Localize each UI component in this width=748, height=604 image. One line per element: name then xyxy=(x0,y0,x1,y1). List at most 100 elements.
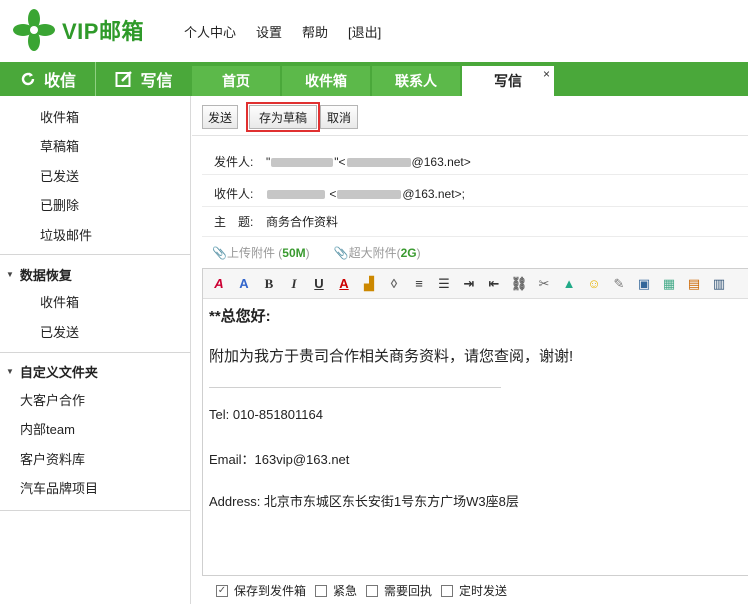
top-nav: 个人中心 设置 帮助 [退出] xyxy=(184,22,381,41)
close-paren: ) xyxy=(416,246,421,260)
logo[interactable]: VIP邮箱 xyxy=(12,8,144,52)
sidebar-item-drafts[interactable]: 草稿箱 xyxy=(40,136,79,155)
bold-icon[interactable]: B xyxy=(259,274,279,294)
to-value: < @163.net>; xyxy=(266,187,465,201)
close-tab-icon[interactable]: × xyxy=(543,67,550,81)
italic-icon[interactable]: I xyxy=(284,274,304,294)
sidebar-item-custom-1[interactable]: 大客户合作 xyxy=(20,390,85,409)
font-size-icon[interactable]: A xyxy=(234,274,254,294)
nav-personal-center[interactable]: 个人中心 xyxy=(184,22,236,41)
option-scheduled-send[interactable]: 定时发送 xyxy=(441,582,507,599)
tab-label: 首页 xyxy=(222,73,250,89)
sidebar-item-recovery-inbox[interactable]: 收件箱 xyxy=(40,292,79,311)
upload-attachment-link[interactable]: 📎上传附件 (50M) xyxy=(212,244,310,261)
indent-icon[interactable]: ⇥ xyxy=(459,274,479,294)
option-save-to-sent[interactable]: ✓ 保存到发件箱 xyxy=(216,582,306,599)
brand-name: VIP邮箱 xyxy=(62,19,144,44)
sidebar-item-deleted[interactable]: 已删除 xyxy=(40,195,79,214)
sidebar-item-recovery-sent[interactable]: 已发送 xyxy=(40,322,79,341)
align-icon[interactable]: ≡ xyxy=(409,274,429,294)
upload-size: 50M xyxy=(282,246,306,260)
underline-icon[interactable]: U xyxy=(309,274,329,294)
send-button[interactable]: 发送 xyxy=(202,105,238,129)
subject-field[interactable]: 主 题: 商务合作资料 xyxy=(214,213,338,230)
tab-home[interactable]: 首页 xyxy=(192,66,280,96)
from-label: 发件人: xyxy=(214,155,254,169)
subject-label: 主 题: xyxy=(214,215,254,229)
signature-email: Email：163vip@163.net xyxy=(209,452,350,467)
signature-tel: Tel: 010-851801164 xyxy=(209,407,323,422)
large-size: 2G xyxy=(400,246,417,260)
compose-label: 写信 xyxy=(140,73,173,90)
sidebar: 收件箱 草稿箱 已发送 已删除 垃圾邮件 ▼ 数据恢复 收件箱 已发送 ▼ 自定… xyxy=(0,96,191,604)
from-value: " "< @163.net> xyxy=(266,154,471,169)
section-title: 数据恢复 xyxy=(19,268,72,283)
eraser-icon[interactable]: ◊ xyxy=(384,274,404,294)
tab-label: 收件箱 xyxy=(305,73,347,89)
option-label: 需要回执 xyxy=(384,584,433,598)
business-card-icon[interactable]: ▥ xyxy=(709,274,729,294)
checkbox[interactable] xyxy=(441,584,454,597)
divider xyxy=(202,174,748,175)
header: VIP邮箱 个人中心 设置 帮助 [退出] xyxy=(0,0,748,62)
link-icon[interactable]: ⛓ xyxy=(509,274,529,294)
rich-text-editor[interactable]: A A B I U A ▟ ◊ ≡ ☰ ⇥ ⇤ ⛓ ✂ ▲ ☺ ✎ ▣ ▦ ▤ … xyxy=(202,268,748,576)
screen-icon[interactable]: ▣ xyxy=(634,274,654,294)
option-read-receipt[interactable]: 需要回执 xyxy=(366,582,432,599)
to-field[interactable]: 收件人: < @163.net>; xyxy=(214,185,465,202)
tab-label: 联系人 xyxy=(395,73,437,89)
picture-icon[interactable]: ▦ xyxy=(659,274,679,294)
checkbox-checked[interactable]: ✓ xyxy=(216,584,228,597)
email-greeting: **总您好: xyxy=(209,308,271,325)
tab-strip: 首页 收件箱 联系人 写信 × xyxy=(192,66,556,96)
compose-panel: 发送 存为草稿 取消 发件人: " "< @163.net> 收件人: < @163.… xyxy=(192,96,748,604)
sidebar-section-recovery[interactable]: ▼ 数据恢复 xyxy=(6,265,72,284)
highlight-color-icon[interactable]: ▟ xyxy=(359,274,379,294)
outdent-icon[interactable]: ⇤ xyxy=(484,274,504,294)
sidebar-item-inbox[interactable]: 收件箱 xyxy=(40,107,79,126)
to-label: 收件人: xyxy=(214,187,254,201)
divider xyxy=(0,352,191,353)
tab-compose[interactable]: 写信 × xyxy=(462,66,554,96)
font-family-icon[interactable]: A xyxy=(209,274,229,294)
triangle-down-icon: ▼ xyxy=(6,367,14,376)
sidebar-item-custom-4[interactable]: 汽车品牌项目 xyxy=(20,478,98,497)
option-urgent[interactable]: 紧急 xyxy=(315,582,357,599)
compose-mail-button[interactable]: 写信 xyxy=(96,62,192,96)
email-body-text: 附加为我方于贵司合作相关商务资料，请您查阅，谢谢! xyxy=(209,348,574,365)
triangle-down-icon: ▼ xyxy=(6,270,14,279)
nav-logout[interactable]: [退出] xyxy=(348,22,381,41)
checkbox[interactable] xyxy=(366,584,379,597)
unlink-icon[interactable]: ✂ xyxy=(534,274,554,294)
nav-help[interactable]: 帮助 xyxy=(302,22,328,41)
nav-settings[interactable]: 设置 xyxy=(256,22,282,41)
document-icon[interactable]: ▤ xyxy=(684,274,704,294)
image-upload-icon[interactable]: ▲ xyxy=(559,274,579,294)
save-draft-button[interactable]: 存为草稿 xyxy=(246,102,320,132)
sidebar-item-custom-2[interactable]: 内部team xyxy=(20,419,75,438)
sidebar-item-custom-3[interactable]: 客户资料库 xyxy=(20,449,85,468)
tab-contacts[interactable]: 联系人 xyxy=(372,66,460,96)
receive-mail-button[interactable]: 收信 xyxy=(0,62,96,96)
editor-body[interactable]: **总您好: 附加为我方于贵司合作相关商务资料，请您查阅，谢谢! Tel: 01… xyxy=(209,305,739,509)
send-options: ✓ 保存到发件箱 紧急 需要回执 定时发送 xyxy=(216,582,516,599)
close-paren: ) xyxy=(305,246,310,260)
checkbox[interactable] xyxy=(315,584,328,597)
list-icon[interactable]: ☰ xyxy=(434,274,454,294)
emoji-icon[interactable]: ☺ xyxy=(584,274,604,294)
receive-label: 收信 xyxy=(43,73,76,90)
font-color-icon[interactable]: A xyxy=(334,274,354,294)
sidebar-item-spam[interactable]: 垃圾邮件 xyxy=(40,225,92,244)
sidebar-item-sent[interactable]: 已发送 xyxy=(40,166,79,185)
from-domain: @163.net> xyxy=(411,154,471,169)
divider xyxy=(202,236,748,237)
note-icon[interactable]: ✎ xyxy=(609,274,629,294)
sidebar-section-custom[interactable]: ▼ 自定义文件夹 xyxy=(6,362,98,381)
large-attachment-link[interactable]: 📎超大附件(2G) xyxy=(334,244,421,261)
cancel-button[interactable]: 取消 xyxy=(320,105,358,129)
clover-logo-icon xyxy=(13,9,55,51)
from-field[interactable]: 发件人: " "< @163.net> xyxy=(214,153,471,170)
tab-inbox[interactable]: 收件箱 xyxy=(282,66,370,96)
to-domain: @163.net>; xyxy=(402,186,465,201)
option-label: 定时发送 xyxy=(459,584,508,598)
